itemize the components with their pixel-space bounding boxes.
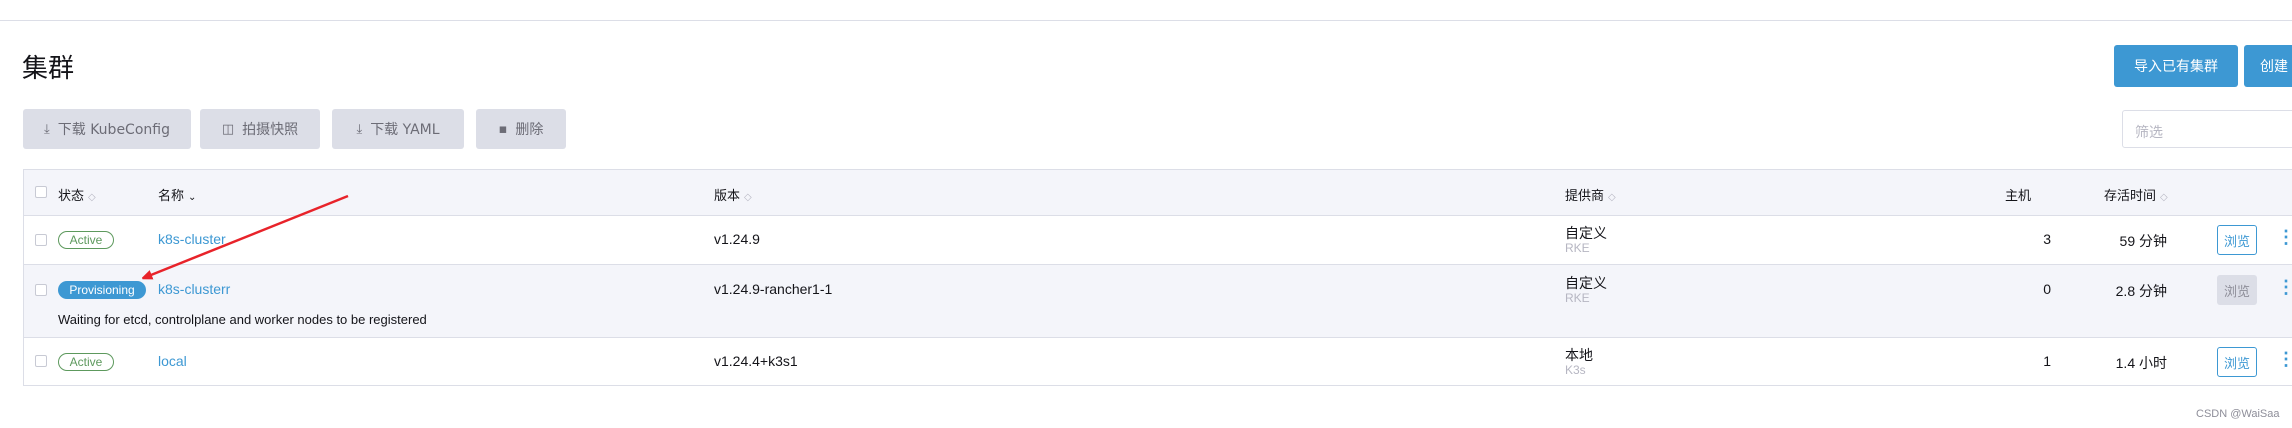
annotation-overlay xyxy=(0,194,349,428)
watermark: CSDN @WaiSaa xyxy=(2196,408,2280,420)
red-arrow-annotation xyxy=(146,194,349,277)
